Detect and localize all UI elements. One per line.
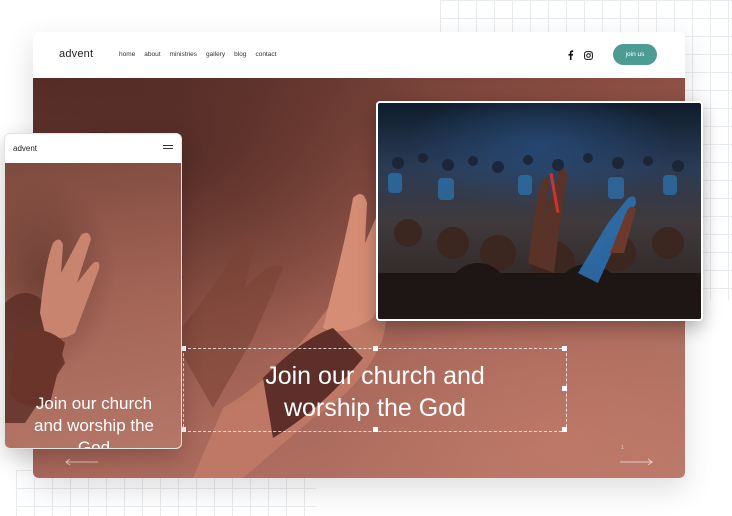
nav-item-blog[interactable]: blog — [234, 51, 246, 58]
slide-pager: 1 — [621, 438, 624, 458]
crowd-worship-photo — [376, 101, 703, 321]
facebook-icon[interactable] — [567, 50, 574, 60]
social-links — [567, 50, 593, 60]
mobile-site-logo[interactable]: advent — [13, 144, 37, 153]
arrow-right-icon[interactable] — [619, 458, 653, 466]
nav-item-gallery[interactable]: gallery — [206, 51, 225, 58]
mobile-hero: Join our church and worship the God — [5, 163, 181, 449]
site-logo[interactable]: advent — [59, 48, 93, 60]
nav-item-contact[interactable]: contact — [255, 51, 276, 58]
mobile-header: advent — [5, 134, 181, 163]
pager-current: 1 — [621, 445, 624, 451]
nav-menu: home about ministries gallery blog conta… — [119, 51, 276, 58]
nav-item-about[interactable]: about — [144, 51, 160, 58]
crowd-illustration — [378, 153, 701, 319]
instagram-icon[interactable] — [584, 50, 593, 60]
join-us-button[interactable]: join us — [613, 44, 657, 65]
hamburger-icon[interactable] — [163, 145, 173, 151]
mobile-heading-line-2: and worship the — [33, 416, 155, 435]
hero-heading-line-1: Join our church and — [265, 362, 485, 390]
arrow-left-icon[interactable] — [65, 458, 99, 466]
mobile-heading-line-3: God — [77, 438, 111, 449]
mobile-hero-heading[interactable]: Join our church and worship the God — [5, 393, 181, 449]
hero-heading-line-2: worship the God — [283, 394, 467, 422]
mobile-heading-line-1: Join our church — [35, 394, 153, 413]
nav-item-home[interactable]: home — [119, 51, 135, 58]
hero-heading[interactable]: Join our church and worship the God — [183, 350, 567, 432]
navbar: advent home about ministries gallery blo… — [33, 32, 685, 78]
nav-item-ministries[interactable]: ministries — [170, 51, 197, 58]
mobile-mockup: advent Join our church and worship the G… — [4, 133, 182, 449]
